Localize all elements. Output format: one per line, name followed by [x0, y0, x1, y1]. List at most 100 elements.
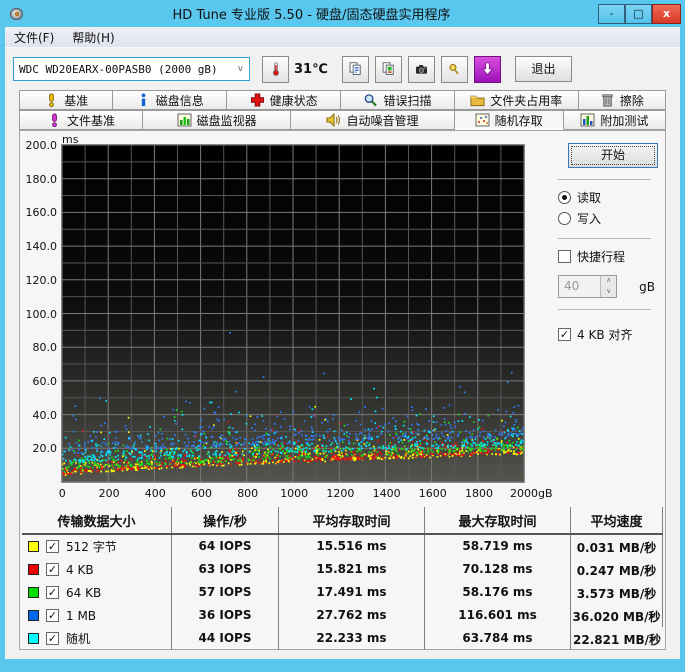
col-header: 最大存取时间	[425, 507, 571, 533]
avg-speed-cell: 3.573 MB/秒	[571, 581, 663, 604]
trash-icon	[602, 94, 613, 107]
table-row-legend: ✓ 随机	[22, 627, 172, 650]
window-title: HD Tune 专业版 5.50 - 硬盘/固态硬盘实用程序	[172, 8, 451, 23]
minimize-button[interactable]: -	[598, 3, 625, 24]
camera-icon	[416, 65, 427, 74]
hdtune-window: HD Tune 专业版 5.50 - 硬盘/固态硬盘实用程序 - □ x 文件(…	[0, 0, 685, 672]
scatter-plot	[61, 144, 525, 483]
align-4kb-checkbox[interactable]: ✓ 4 KB 对齐	[558, 326, 655, 343]
iops-cell: 44 IOPS	[172, 627, 279, 650]
write-label: 写入	[577, 212, 602, 226]
spin-up-icon: ∧	[601, 276, 617, 287]
x-tick-label: 800	[237, 487, 259, 500]
close-button[interactable]: x	[652, 3, 681, 24]
tab-benchmark[interactable]: 基准	[19, 90, 114, 110]
tab-folder-usage[interactable]: 文件夹占用率	[454, 90, 579, 110]
copy-image-button[interactable]	[375, 55, 402, 83]
tab-label: 附加测试	[600, 113, 649, 128]
tab-disk-info[interactable]: 磁盘信息	[113, 90, 228, 110]
title-bar: HD Tune 专业版 5.50 - 硬盘/固态硬盘实用程序 - □ x	[0, 0, 685, 27]
random-access-icon	[475, 113, 490, 127]
tab-disk-monitor[interactable]: 磁盘监视器	[142, 110, 292, 130]
max-access-cell: 63.784 ms	[425, 627, 571, 650]
series-label: 随机	[66, 632, 91, 646]
y-tick-label: 100.0	[25, 307, 58, 321]
benchmark-icon	[49, 93, 54, 107]
col-header: 平均速度	[571, 507, 663, 533]
y-tick-label: 60.0	[32, 374, 58, 388]
table-row-legend: ✓ 4 KB	[22, 558, 172, 581]
x-tick-label: 600	[191, 487, 212, 500]
table-row-legend: ✓ 512 字节	[22, 535, 172, 558]
col-header: 操作/秒	[172, 507, 279, 533]
x-tick-label: 400	[144, 487, 166, 500]
y-tick-label: 160.0	[25, 206, 58, 220]
series-checkbox[interactable]: ✓	[46, 540, 59, 553]
drive-select[interactable]: WDC WD20EARX-00PASB0 (2000 gB) v	[13, 57, 250, 81]
menu-file[interactable]: 文件(F)	[5, 27, 63, 48]
results-table: 传输数据大小 操作/秒 平均存取时间 最大存取时间 平均速度 ✓ 512 字节 …	[22, 507, 663, 650]
short-stroke-size-input[interactable]: 40 ∧ ∨	[558, 275, 618, 298]
health-cross-icon	[250, 93, 264, 107]
copy-text-button[interactable]	[342, 55, 369, 83]
options-button[interactable]	[441, 55, 468, 83]
series-label: 4 KB	[66, 562, 94, 577]
x-tick-label: 200	[98, 487, 120, 500]
tab-error-scan[interactable]: 错误扫描	[341, 90, 455, 110]
menu-help[interactable]: 帮助(H)	[63, 27, 123, 48]
y-tick-label: 80.0	[32, 341, 58, 355]
write-radio[interactable]: 写入	[558, 210, 655, 227]
series-checkbox[interactable]: ✓	[46, 586, 59, 599]
avg-access-cell: 15.516 ms	[279, 535, 425, 558]
file-benchmark-icon	[52, 113, 57, 127]
maximize-button[interactable]: □	[625, 3, 652, 24]
tab-aam[interactable]: 自动噪音管理	[291, 110, 455, 130]
short-stroke-label: 快捷行程	[577, 250, 626, 264]
series-color-swatch	[28, 633, 39, 644]
tab-label: 擦除	[619, 93, 644, 108]
checkbox-icon	[558, 250, 571, 263]
tab-label: 健康状态	[269, 93, 318, 108]
max-access-cell: 58.719 ms	[425, 535, 571, 558]
align-4kb-label: 4 KB 对齐	[577, 328, 633, 342]
down-arrow-icon	[481, 62, 494, 76]
latency-chart: ms 200.0 180.0 160.0 140.0 120.0 100.0 80.0 60.…	[20, 131, 553, 503]
tab-label: 磁盘信息	[155, 93, 204, 108]
series-checkbox[interactable]: ✓	[46, 609, 59, 622]
tab-health[interactable]: 健康状态	[227, 90, 342, 110]
series-checkbox[interactable]: ✓	[46, 563, 59, 576]
spinner-buttons[interactable]: ∧ ∨	[600, 276, 617, 297]
x-tick-label: 1000	[280, 487, 309, 500]
iops-cell: 36 IOPS	[172, 604, 279, 627]
thermometer-icon	[272, 62, 279, 76]
folder-icon	[470, 95, 485, 107]
tab-random-access[interactable]: 随机存取	[454, 110, 564, 130]
client-area: 文件(F) 帮助(H) WDC WD20EARX-00PASB0 (2000 g…	[5, 27, 680, 659]
read-radio[interactable]: 读取	[558, 189, 655, 206]
x-tick-label: 1200	[326, 487, 355, 500]
tab-extra-tests[interactable]: 附加测试	[563, 110, 666, 130]
y-tick-label: 140.0	[25, 240, 58, 254]
start-button[interactable]: 开始	[568, 143, 658, 168]
temperature-button[interactable]	[262, 55, 289, 83]
iops-cell: 57 IOPS	[172, 581, 279, 604]
tab-erase[interactable]: 擦除	[578, 90, 667, 110]
toolbar: WDC WD20EARX-00PASB0 (2000 gB) v 31℃ 退出	[5, 48, 680, 90]
y-tick-label: 20.0	[32, 442, 58, 456]
separator	[558, 309, 651, 310]
tab-label: 错误扫描	[383, 93, 432, 108]
iops-cell: 64 IOPS	[172, 535, 279, 558]
screenshot-button[interactable]	[408, 55, 435, 83]
short-stroke-checkbox[interactable]: 快捷行程	[558, 248, 655, 265]
disk-monitor-icon	[177, 113, 192, 127]
radio-icon	[558, 191, 571, 204]
checkbox-icon: ✓	[558, 328, 571, 341]
tab-file-benchmark[interactable]: 文件基准	[19, 110, 143, 130]
series-label: 512 字节	[66, 540, 117, 554]
exit-button[interactable]: 退出	[515, 56, 572, 82]
update-button[interactable]	[474, 55, 501, 83]
table-row-legend: ✓ 1 MB	[22, 604, 172, 627]
series-checkbox[interactable]: ✓	[46, 632, 59, 645]
series-label: 64 KB	[66, 585, 102, 600]
tab-strip: 基准 磁盘信息 健康状态 错误扫描 文件夹占用率 擦除 文件基准 磁盘监视器 自…	[5, 90, 680, 130]
